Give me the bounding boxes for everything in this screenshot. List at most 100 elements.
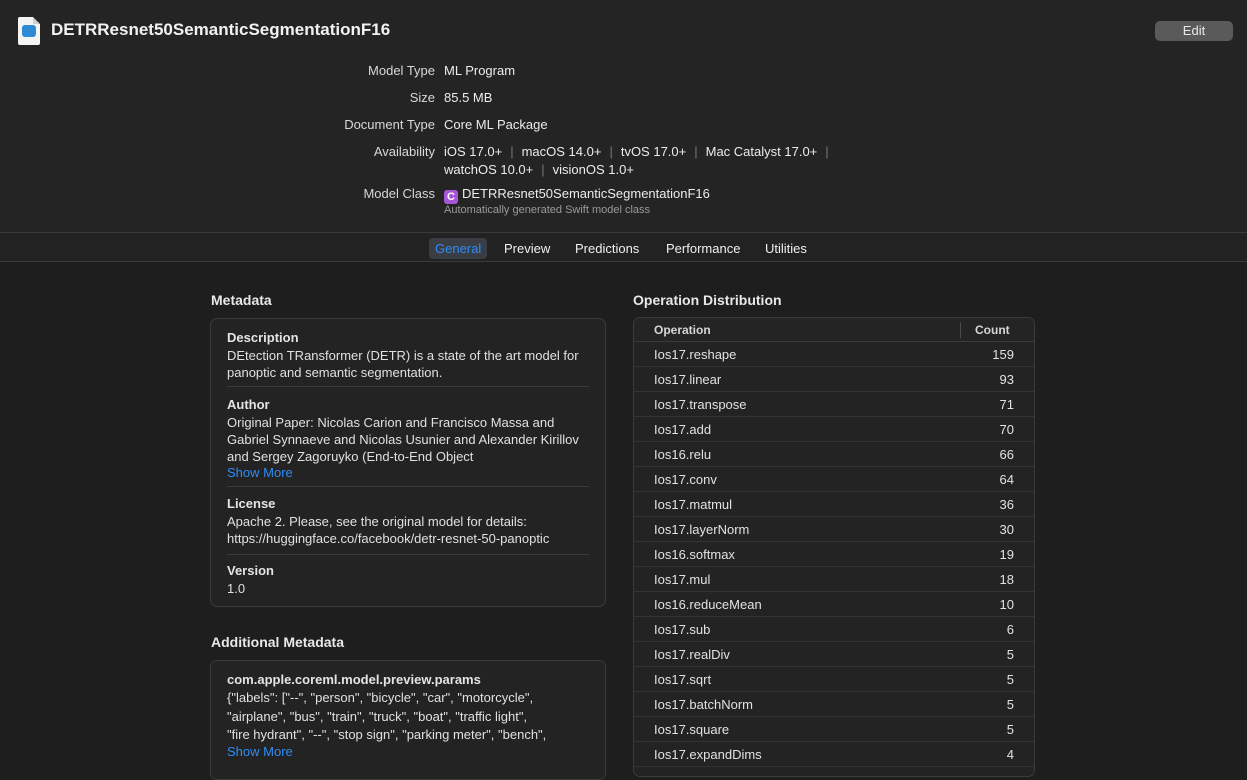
additional-metadata-title: Additional Metadata	[211, 634, 345, 650]
column-header-operation[interactable]: Operation	[654, 323, 711, 337]
operation-name: Ios17.transpose	[654, 397, 747, 412]
availability-line-1: iOS 17.0+ | macOS 14.0+ | tvOS 17.0+ | Mac Cat…	[444, 144, 829, 159]
operation-count: 18	[999, 572, 1014, 587]
preview-params-show-more-link[interactable]: Show More	[227, 744, 293, 759]
table-row[interactable]: Ios16.reduceMean 10	[634, 592, 1034, 617]
version-value: 1.0	[227, 581, 246, 596]
metadata-title: Metadata	[211, 292, 272, 308]
operation-name: Ios17.sub	[654, 622, 711, 637]
operation-count: 36	[999, 497, 1014, 512]
model-type-value: ML Program	[444, 63, 516, 78]
operation-name: Ios17.conv	[654, 472, 717, 487]
availability-visionos: visionOS 1.0+	[552, 162, 634, 177]
tab-predictions[interactable]: Predictions	[569, 238, 645, 259]
operation-name: Ios16.relu	[654, 447, 712, 462]
column-divider[interactable]	[960, 322, 961, 338]
operation-count: 6	[1006, 622, 1014, 637]
divider	[227, 554, 589, 555]
operation-name: Ios17.mul	[654, 572, 711, 587]
operation-name: Ios17.batchNorm	[654, 697, 753, 712]
operation-name: Ios17.sqrt	[654, 672, 712, 687]
document-type-value: Core ML Package	[444, 117, 548, 132]
license-url: https://huggingface.co/facebook/detr-res…	[227, 531, 550, 546]
operation-count: 10	[999, 597, 1014, 612]
column-header-count[interactable]: Count	[975, 323, 1010, 337]
author-text: Original Paper: Nicolas Carion and Franc…	[227, 415, 579, 464]
license-label: License	[227, 496, 276, 511]
operation-table-header: Operation Count	[634, 318, 1034, 342]
operation-name: Ios16.softmax	[654, 547, 735, 562]
operation-count: 5	[1006, 647, 1014, 662]
table-row[interactable]: Ios17.matmul 36	[634, 492, 1034, 517]
operation-count: 5	[1006, 697, 1014, 712]
edit-button[interactable]: Edit	[1155, 21, 1233, 41]
table-row[interactable]: Ios17.sub 6	[634, 617, 1034, 642]
table-row[interactable]: Ios17.reshape 159	[634, 342, 1034, 367]
metadata-card: Description DEtection TRansformer (DETR)…	[210, 318, 606, 607]
availability-ios: iOS 17.0+	[444, 144, 503, 159]
author-item: Author Original Paper: Nicolas Carion an…	[227, 397, 589, 465]
table-row[interactable]: Ios16.relu 66	[634, 442, 1034, 467]
document-type-label: Document Type	[344, 117, 435, 132]
table-row[interactable]: Ios17.conv 64	[634, 467, 1034, 492]
preview-params-key: com.apple.coreml.model.preview.params	[227, 672, 481, 687]
operation-count: 30	[999, 522, 1014, 537]
operation-name: Ios17.matmul	[654, 497, 733, 512]
author-show-more-link[interactable]: Show More	[227, 465, 293, 480]
table-row[interactable]: Ios17.transpose 71	[634, 392, 1034, 417]
operation-count: 71	[999, 397, 1014, 412]
divider	[227, 386, 589, 387]
operation-name: Ios16.reduceMean	[654, 597, 762, 612]
table-row[interactable]: Ios17.expandDims 4	[634, 742, 1034, 767]
table-row[interactable]: Ios17.layerNorm 30	[634, 517, 1034, 542]
table-row[interactable]: Ios17.linear 93	[634, 367, 1034, 392]
table-row[interactable]: Ios17.square 5	[634, 717, 1034, 742]
license-text-line-1: Apache 2. Please, see the original model…	[227, 514, 527, 529]
availability-maccatalyst: Mac Catalyst 17.0+	[705, 144, 818, 159]
availability-macos: macOS 14.0+	[521, 144, 602, 159]
operation-count: 159	[992, 347, 1014, 362]
operation-count: 70	[999, 422, 1014, 437]
tab-preview[interactable]: Preview	[498, 238, 556, 259]
size-value: 85.5 MB	[444, 90, 493, 105]
table-row[interactable]: Ios17.realDiv 5	[634, 642, 1034, 667]
tab-utilities[interactable]: Utilities	[759, 238, 813, 259]
operation-count: 19	[999, 547, 1014, 562]
operation-name: Ios17.realDiv	[654, 647, 730, 662]
preview-params-line-1: {"labels": ["--", "person", "bicycle", "…	[227, 690, 534, 705]
operation-distribution-title: Operation Distribution	[633, 292, 782, 308]
author-label: Author	[227, 397, 270, 412]
model-class-value[interactable]: C DETRResnet50SemanticSegmentationF16	[444, 186, 710, 204]
operation-name: Ios17.linear	[654, 372, 722, 387]
operation-count: 93	[999, 372, 1014, 387]
model-class-name[interactable]: DETRResnet50SemanticSegmentationF16	[462, 186, 710, 201]
operation-count: 4	[1006, 747, 1014, 762]
operation-count: 64	[999, 472, 1014, 487]
preview-params-line-3: "fire hydrant", "--", "stop sign", "park…	[227, 727, 547, 742]
operation-name: Ios17.square	[654, 722, 730, 737]
tab-performance[interactable]: Performance	[660, 238, 746, 259]
size-label: Size	[409, 90, 435, 105]
table-row[interactable]: Ios17.mul 18	[634, 567, 1034, 592]
table-row[interactable]: Ios16.softmax 19	[634, 542, 1034, 567]
operation-name: Ios17.expandDims	[654, 747, 762, 762]
model-class-label: Model Class	[363, 186, 435, 201]
model-type-label: Model Type	[368, 63, 435, 78]
model-title: DETRResnet50SemanticSegmentationF16	[51, 20, 391, 39]
tab-bar: General Preview Predictions Performance …	[0, 232, 1247, 262]
model-class-note: Automatically generated Swift model clas…	[444, 204, 651, 216]
tab-general[interactable]: General	[429, 238, 488, 259]
swift-class-icon: C	[444, 190, 458, 204]
mlpackage-file-icon	[18, 17, 40, 45]
availability-label: Availability	[373, 144, 435, 159]
operation-name: Ios17.add	[654, 422, 712, 437]
operation-count: 66	[999, 447, 1014, 462]
table-row[interactable]: Ios17.sqrt 5	[634, 667, 1034, 692]
description-text: DEtection TRansformer (DETR) is a state …	[227, 348, 579, 380]
availability-watchos: watchOS 10.0+	[444, 162, 534, 177]
table-row[interactable]: Ios17.batchNorm 5	[634, 692, 1034, 717]
description-item: Description DEtection TRansformer (DETR)…	[227, 330, 589, 381]
table-row[interactable]: Ios17.add 70	[634, 417, 1034, 442]
preview-params-line-2: "airplane", "bus", "train", "truck", "bo…	[227, 709, 528, 724]
version-label: Version	[227, 563, 274, 578]
